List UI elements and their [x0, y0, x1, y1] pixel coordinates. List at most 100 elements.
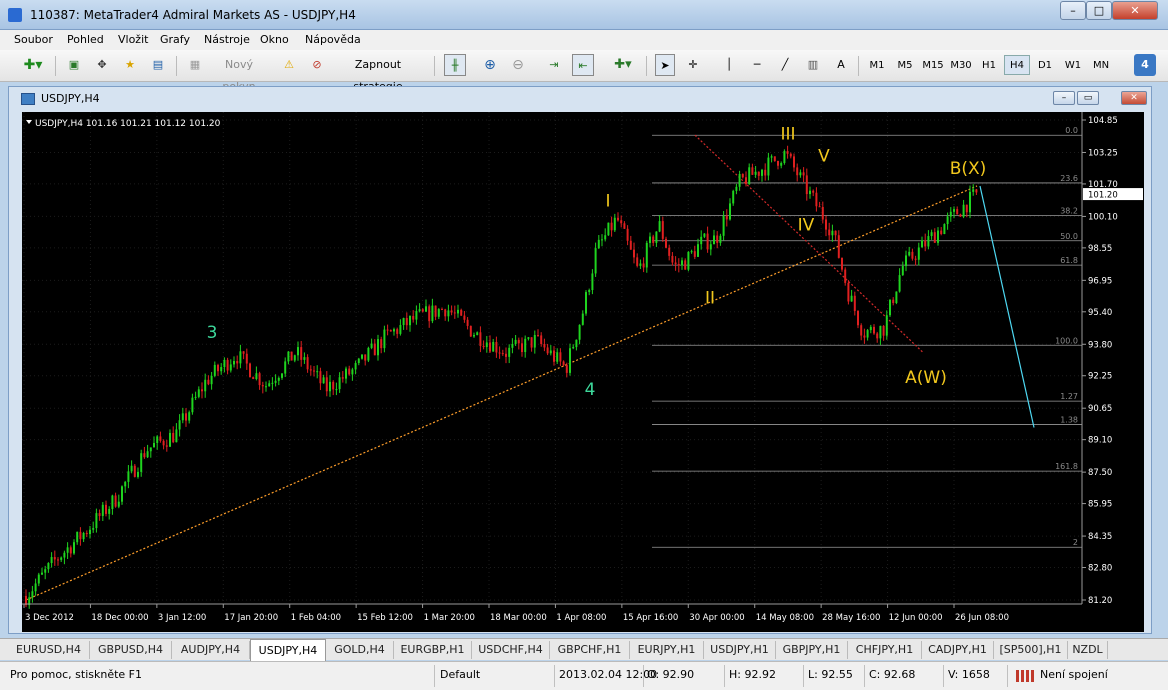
candle-body — [79, 531, 82, 540]
cursor-icon[interactable]: ➤ — [655, 54, 675, 76]
candle-body — [713, 235, 715, 245]
timeframe-w1[interactable]: W1 — [1060, 55, 1086, 75]
symbol-tab[interactable]: USDJPY,H4 — [250, 639, 326, 661]
zoom-in-icon[interactable]: ⊕ — [480, 54, 500, 76]
timeframe-h1[interactable]: H1 — [976, 55, 1002, 75]
trendline-icon[interactable]: ╱ — [775, 54, 795, 76]
favorites-icon[interactable]: ★ — [120, 54, 140, 76]
candle-body — [437, 309, 440, 317]
vertical-line-icon[interactable]: │ — [719, 54, 739, 76]
candle-body — [69, 547, 72, 554]
candle-body — [793, 156, 795, 168]
symbol-tab[interactable]: GBPUSD,H4 — [90, 641, 172, 659]
candle-body — [617, 217, 619, 221]
maximize-button[interactable]: □ — [1086, 1, 1112, 20]
candle-body — [431, 305, 434, 322]
candle-body — [965, 204, 968, 213]
candle-body — [585, 292, 587, 314]
status-separator — [643, 665, 644, 687]
navigator-icon[interactable]: ✥ — [92, 54, 112, 76]
x-tick-label: 18 Dec 00:00 — [91, 613, 148, 623]
autoscroll-icon[interactable]: ⇤ — [572, 54, 594, 76]
channel-icon[interactable]: ▥ — [803, 54, 823, 76]
menu-insert[interactable]: Vložit — [118, 33, 148, 46]
candle-body — [818, 206, 821, 208]
candle-body — [905, 255, 907, 267]
y-tick-label: 95.40 — [1088, 308, 1112, 318]
symbol-tab[interactable]: EURGBP,H1 — [394, 641, 472, 659]
minimize-button[interactable]: – — [1060, 1, 1086, 20]
candle-body — [639, 263, 642, 266]
menu-tools[interactable]: Nástroje — [204, 33, 250, 46]
symbol-tab[interactable]: USDJPY,H1 — [704, 641, 776, 659]
symbol-tab[interactable]: EURUSD,H4 — [8, 641, 90, 659]
menu-window[interactable]: Okno — [260, 33, 289, 46]
horizontal-line-icon[interactable]: ─ — [747, 54, 767, 76]
timeframe-mn[interactable]: MN — [1088, 55, 1114, 75]
text-tool-button[interactable]: A — [831, 54, 851, 76]
symbol-tab[interactable]: EURJPY,H1 — [630, 641, 704, 659]
timeframe-m15[interactable]: M15 — [920, 55, 946, 75]
market-watch-icon[interactable]: ▣ — [64, 54, 84, 76]
timeframe-d1[interactable]: D1 — [1032, 55, 1058, 75]
status-profile[interactable]: Default — [440, 668, 480, 681]
zoom-out-icon[interactable]: ⊖ — [508, 54, 528, 76]
warning-icon[interactable]: ⚠ — [280, 54, 298, 76]
candle-body — [98, 513, 101, 516]
menu-charts[interactable]: Grafy — [160, 33, 190, 46]
candle-body — [133, 465, 136, 477]
timeframe-m30[interactable]: M30 — [948, 55, 974, 75]
window-title: 110387: MetaTrader4 Admiral Markets AS -… — [30, 8, 356, 22]
candle-body — [677, 264, 680, 266]
candle-body — [405, 318, 408, 326]
timeframe-m5[interactable]: M5 — [892, 55, 918, 75]
candle-body — [767, 157, 770, 176]
symbol-tab[interactable]: GOLD,H4 — [326, 641, 394, 659]
symbol-tab[interactable]: CHFJPY,H1 — [848, 641, 922, 659]
candle-body — [770, 156, 773, 158]
symbol-tab[interactable]: CADJPY,H1 — [922, 641, 994, 659]
symbol-tab[interactable]: NZDL — [1068, 641, 1108, 659]
candle-body — [652, 236, 655, 243]
menu-view[interactable]: Pohled — [67, 33, 104, 46]
symbol-tab[interactable]: [SP500],H1 — [994, 641, 1068, 659]
candle-body — [332, 381, 335, 390]
bar-chart-icon[interactable]: ╫ — [444, 54, 466, 76]
fib-level-label: 0.0 — [1065, 126, 1078, 135]
candle-body — [620, 220, 623, 224]
candle-body — [41, 572, 43, 575]
close-button[interactable]: ✕ — [1112, 1, 1158, 20]
status-help: Pro pomoc, stiskněte F1 — [10, 668, 142, 681]
chart-shift-icon[interactable]: ⇥ — [544, 54, 564, 76]
candle-body — [969, 191, 971, 213]
candle-body — [812, 190, 815, 193]
menu-help[interactable]: Nápověda — [305, 33, 361, 46]
wave-label: IV — [798, 216, 815, 236]
symbol-tab[interactable]: USDCHF,H4 — [472, 641, 550, 659]
symbol-tab[interactable]: GBPCHF,H1 — [550, 641, 630, 659]
candle-body — [892, 299, 895, 304]
chart-minimize-button[interactable]: – — [1053, 91, 1075, 105]
indicators-icon[interactable]: ✚▾ — [610, 54, 636, 76]
candle-body — [517, 339, 520, 344]
timeframe-m1[interactable]: M1 — [864, 55, 890, 75]
candle-body — [751, 167, 754, 175]
candle-body — [754, 171, 757, 175]
candle-body — [140, 453, 143, 472]
menu-file[interactable]: Soubor — [14, 33, 53, 46]
notification-badge[interactable]: 4 — [1134, 54, 1156, 76]
new-chart-icon[interactable]: ✚▾ — [18, 54, 48, 76]
symbol-tab[interactable]: AUDJPY,H4 — [172, 641, 250, 659]
chart-close-button[interactable]: ✕ — [1121, 91, 1147, 105]
terminal-icon[interactable]: ▤ — [148, 54, 168, 76]
candle-body — [645, 242, 648, 268]
symbol-tab[interactable]: GBPJPY,H1 — [776, 641, 848, 659]
price-chart[interactable]: 0.0 23.6 38.2 50.0 61.8 100.0 1.27 1.38 161.8 2 3… — [22, 112, 1144, 632]
new-order-button[interactable]: Nový pokyn — [207, 54, 271, 93]
crosshair-icon[interactable]: ✛ — [683, 54, 703, 76]
candle-body — [831, 230, 834, 236]
autotrading-button[interactable]: Zapnout strategie — [330, 54, 426, 93]
wave-label: II — [705, 289, 715, 309]
chart-restore-button[interactable]: ▭ — [1077, 91, 1099, 105]
timeframe-h4[interactable]: H4 — [1004, 55, 1030, 75]
